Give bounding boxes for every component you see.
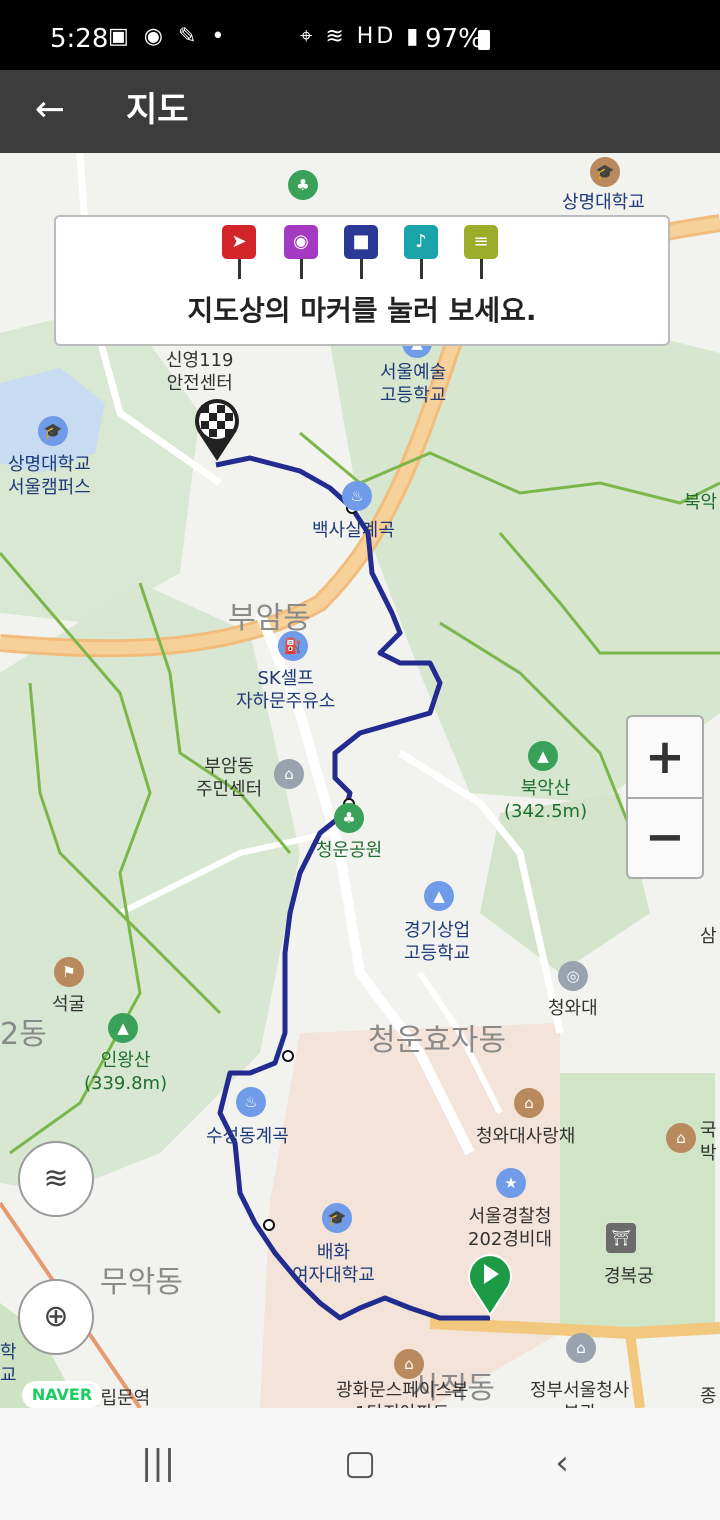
mountain-icon: ▲ <box>108 1013 138 1043</box>
notification-icons: ▣ ◉ ✎ • <box>108 24 229 49</box>
label-jong-right: 종 <box>700 1386 717 1407</box>
naver-logo: NAVER <box>22 1381 102 1408</box>
label-buam-community-center: 부암동 주민센터 <box>196 756 263 800</box>
label-kuk-right: 국 박 <box>700 1120 717 1164</box>
flag-icon: ⚑ <box>54 957 84 987</box>
home-icon[interactable]: ▢ <box>330 1438 390 1488</box>
label-buam-dong: 부암동 <box>228 601 311 636</box>
label-baehwa-univ: 배화 여자대학교 <box>292 1242 375 1286</box>
label-sarangchae: 청와대사랑채 <box>476 1126 576 1147</box>
legend-hint-text: 지도상의 마커를 눌러 보세요. <box>187 294 537 327</box>
label-government-complex: 정부서울청사 본관 <box>530 1380 630 1408</box>
label-cheongun-hyoja-dong: 청운효자동 <box>368 1023 506 1058</box>
label-sangmyung-univ: 상명대학교 <box>562 192 645 213</box>
map-view[interactable]: 🎓 ♣ ▲ 🎓 ♨ ⛽ ⌂ ▲ ♣ ▲ ◎ ⚑ ▲ ⌂ ♨ ⌂ ★ 🎓 ⛩ ⌂ … <box>0 153 720 1408</box>
label-left-2dong: 2동 <box>0 1017 47 1052</box>
video-marker-icon: ■ <box>344 225 378 279</box>
label-susungdong-valley: 수성동계곡 <box>206 1126 289 1147</box>
label-muak-dong: 무악동 <box>100 1265 183 1300</box>
layers-icon: ≋ <box>43 1161 69 1196</box>
label-sk-gas-station: SK셀프 자하문주유소 <box>236 668 336 712</box>
label-seoul-arts-school: 서울예술 고등학교 <box>380 362 447 406</box>
government-icon: ⌂ <box>566 1333 596 1363</box>
system-icons: ⌖ ≋ HD ▮ <box>300 24 422 49</box>
recent-apps-icon[interactable]: ||| <box>128 1438 188 1488</box>
battery-level: 97% <box>425 24 483 54</box>
direction-marker-icon: ➤ <box>222 225 256 279</box>
label-buak-right: 북악 <box>684 492 718 513</box>
finish-flag-marker[interactable] <box>192 397 242 463</box>
status-time: 5:28 <box>50 24 109 54</box>
building-icon: ⌂ <box>514 1088 544 1118</box>
university-icon: 🎓 <box>590 157 620 187</box>
label-inwangsan: 인왕산 (339.8m) <box>84 1050 168 1094</box>
valley-icon: ♨ <box>342 481 372 511</box>
community-center-icon: ⌂ <box>274 759 304 789</box>
palace-icon: ⛩ <box>606 1223 636 1253</box>
university-icon: 🎓 <box>38 416 68 446</box>
zoom-out-button[interactable]: − <box>628 797 702 877</box>
label-sinyoung-119: 신영119 안전센터 <box>166 350 234 394</box>
police-icon: ★ <box>496 1168 526 1198</box>
back-arrow-icon[interactable]: ← <box>30 88 70 132</box>
label-gyeonggi-high: 경기상업 고등학교 <box>404 920 471 964</box>
camera-marker-icon: ◉ <box>284 225 318 279</box>
park-icon: ♣ <box>334 803 364 833</box>
landmark-icon: ◎ <box>558 961 588 991</box>
label-chungun-park: 청운공원 <box>316 840 383 861</box>
zoom-controls: + − <box>626 715 704 879</box>
school-icon: ▲ <box>424 881 454 911</box>
status-bar: 5:28 ▣ ◉ ✎ • ⌖ ≋ HD ▮ 97% <box>0 0 720 70</box>
label-baeksasil-valley: 백사실계곡 <box>312 520 395 541</box>
building-icon: ⌂ <box>666 1123 696 1153</box>
microphone-marker-icon: ♪ <box>404 225 438 279</box>
memo-marker-icon: ≡ <box>464 225 498 279</box>
university-icon: 🎓 <box>322 1203 352 1233</box>
back-icon[interactable]: ‹ <box>532 1438 592 1488</box>
marker-legend: ➤ ◉ ■ ♪ ≡ 지도상의 마커를 눌러 보세요. <box>54 215 670 346</box>
label-gwanghwamun-apartment: 광화문스페이스본 1단지아파트 <box>336 1380 469 1408</box>
park-icon: ♣ <box>288 170 318 200</box>
my-location-button[interactable]: ⊕ <box>18 1279 94 1355</box>
label-seokgul: 석굴 <box>52 994 86 1015</box>
label-left-hak: 학 교 <box>0 1342 17 1386</box>
app-bar: ← 지도 <box>0 70 720 153</box>
page-title: 지도 <box>126 90 189 130</box>
label-cheongwadae: 청와대 <box>548 998 598 1019</box>
crosshair-icon: ⊕ <box>43 1299 69 1334</box>
start-play-marker[interactable] <box>466 1251 514 1317</box>
label-sam-right: 삼 <box>700 926 717 947</box>
system-nav-bar: ||| ▢ ‹ <box>0 1408 720 1520</box>
mountain-icon: ▲ <box>528 741 558 771</box>
valley-icon: ♨ <box>236 1087 266 1117</box>
label-police-202: 서울경찰청 202경비대 <box>468 1206 553 1250</box>
zoom-in-button[interactable]: + <box>628 717 702 799</box>
layers-button[interactable]: ≋ <box>18 1141 94 1217</box>
label-bukaksan: 북악산 (342.5m) <box>504 778 588 822</box>
label-sangmyung-seoul-campus: 상명대학교 서울캠퍼스 <box>8 454 91 498</box>
battery-icon <box>478 30 490 50</box>
label-gyeongbokgung: 경복궁 <box>604 1266 654 1287</box>
